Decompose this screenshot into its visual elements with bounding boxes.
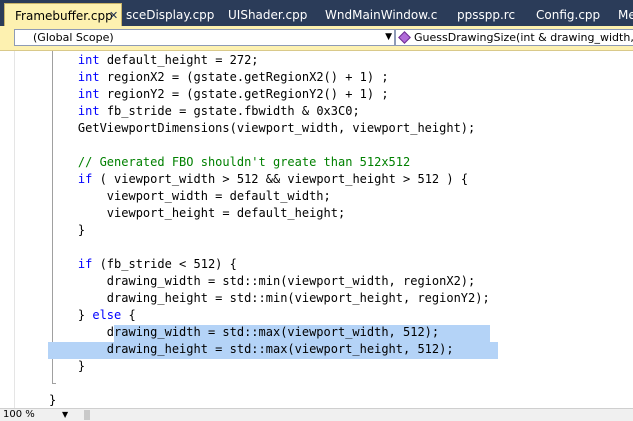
scope-value: (Global Scope) [33,31,114,44]
tab-ppsspp-rc[interactable]: ppsspp.rc [457,5,519,26]
editor-status-bar: 100 % ▼ [0,408,633,421]
member-dropdown[interactable]: GuessDrawingSize(int & drawing_width, in… [395,29,633,46]
code-line: } [49,393,57,407]
code-line: int fb_stride = gstate.fbwidth & 0x3C0; [77,104,360,118]
tab-label: UIShader.cpp [228,8,308,22]
code-line: } [49,359,86,373]
code-line: drawing_height = std::min(viewport_heigh… [49,291,490,305]
tab-wndmainwindow-cpp[interactable]: WndMainWindow.cpp [325,5,437,26]
scope-dropdown[interactable]: (Global Scope) ▼ [14,29,395,46]
close-icon[interactable]: ✕ [109,4,118,26]
indent-guide-end [52,383,56,384]
code-line: drawing_width = std::min(viewport_width,… [49,274,476,288]
code-line: drawing_height = std::max(viewport_heigh… [49,342,454,356]
code-line: // Generated FBO shouldn't greate than 5… [49,155,411,169]
tab-label: WndMainWindow.cpp [325,8,437,22]
code-editor[interactable]: int default_height = 272; int regionX2 =… [0,51,633,408]
member-value: GuessDrawingSize(int & drawing_width, in… [414,31,633,44]
tab-label: Framebuffer.cpp [15,9,113,23]
tab-overflow[interactable]: Me [618,5,633,26]
code-line: } [49,223,86,237]
code-line: int regionX2 = (gstate.getRegionX2() + 1… [77,70,389,84]
zoom-level[interactable]: 100 % [3,409,35,421]
method-icon [398,31,411,44]
code-line: int default_height = 272; [77,53,259,67]
code-line: viewport_width = default_width; [49,189,331,203]
horizontal-scrollbar[interactable] [84,410,90,420]
code-line: if (fb_stride < 512) { [77,257,237,271]
document-tab-strip: Framebuffer.cpp ✕ sceDisplay.cpp UIShade… [0,0,633,26]
tab-label: sceDisplay.cpp [126,8,215,22]
code-line: int regionY2 = (gstate.getRegionY2() + 1… [77,87,389,101]
code-line: drawing_width = std::max(viewport_width,… [49,325,440,339]
code-line: } else { [49,308,136,322]
tab-label: ppsspp.rc [457,8,516,22]
tab-uishader-cpp[interactable]: UIShader.cpp [228,5,310,26]
tab-framebuffer-cpp[interactable]: Framebuffer.cpp ✕ [4,3,122,26]
tab-label: Config.cpp [536,8,601,22]
code-line: GetViewportDimensions(viewport_width, vi… [49,121,476,135]
chevron-down-icon[interactable]: ▼ [385,30,392,45]
code-line: if ( viewport_width > 512 && viewport_he… [77,172,469,186]
tab-label: Me [618,8,633,22]
outlining-margin [0,51,15,408]
tab-config-cpp[interactable]: Config.cpp [536,5,606,26]
code-line: viewport_height = default_height; [49,206,346,220]
navigation-bar: (Global Scope) ▼ GuessDrawingSize(int & … [0,26,633,51]
chevron-down-icon[interactable]: ▼ [62,409,68,421]
tab-scedisplay-cpp[interactable]: sceDisplay.cpp [126,5,216,26]
